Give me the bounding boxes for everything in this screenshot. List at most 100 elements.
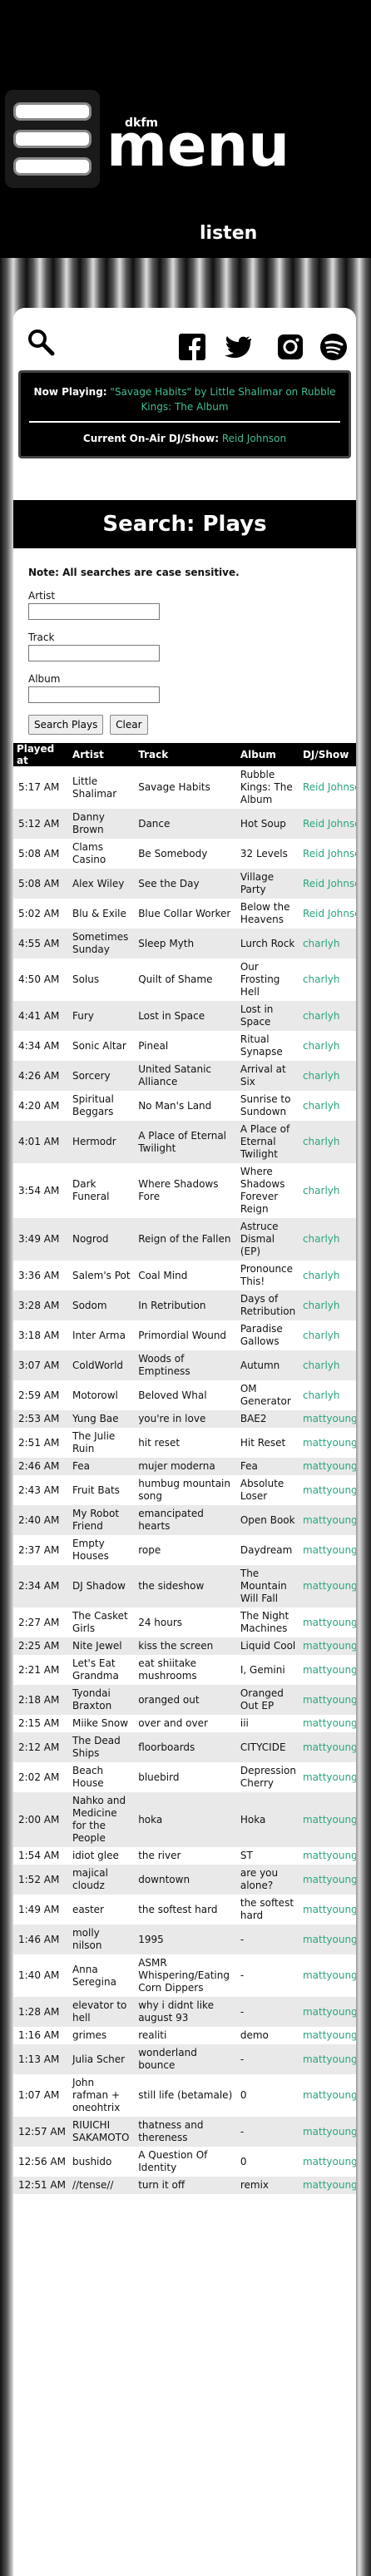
menu-button[interactable] (5, 90, 100, 188)
table-row: 1:40 AM Anna Seregina ASMR Whispering/Eati… (13, 1954, 356, 1997)
cell-dj-show[interactable]: mattyounger (299, 1685, 356, 1715)
cell-dj-show[interactable]: Reid Johnson (299, 809, 356, 839)
cell-played-at: 5:17 AM (18, 781, 60, 793)
cell-dj-show[interactable]: mattyounger (299, 1535, 356, 1565)
search-icon[interactable] (27, 328, 55, 356)
cell-played-at: 2:15 AM (18, 1717, 60, 1729)
cell-track: United Satanic Alliance (138, 1063, 212, 1087)
artist-input[interactable] (28, 603, 160, 620)
cell-dj-show[interactable]: mattyounger (299, 2044, 356, 2074)
cell-dj-show[interactable]: mattyounger (299, 1655, 356, 1685)
table-row: 2:40 AM My Robot Friend emancipated hearts… (13, 1505, 356, 1535)
table-row: 1:16 AM grimes realiti demo mattyounger (13, 2027, 356, 2044)
cell-album: Hot Soup (240, 817, 286, 830)
cell-dj-show[interactable]: mattyounger (299, 1458, 356, 1475)
cell-dj-show[interactable]: mattyounger (299, 1505, 356, 1535)
menu-label[interactable]: menu (106, 116, 289, 175)
cell-artist: Fruit Bats (72, 1484, 120, 1496)
table-row: 1:46 AM molly nilson 1995 - mattyounger (13, 1925, 356, 1954)
cell-dj-show[interactable]: mattyounger (299, 2074, 356, 2117)
cell-dj-show[interactable]: charlyh (299, 929, 356, 959)
table-row: 1:07 AM John rafman + oneohtrix still life… (13, 2074, 356, 2117)
cell-artist: Blu & Exile (72, 907, 126, 919)
current-dj-link[interactable]: Reid Johnson (222, 433, 286, 444)
instagram-icon[interactable] (276, 333, 304, 361)
table-row: 2:25 AM Nite Jewel kiss the screen Liquid C… (13, 1637, 356, 1655)
cell-dj-show[interactable]: charlyh (299, 1091, 356, 1121)
divider (29, 421, 340, 423)
clear-button[interactable]: Clear (110, 715, 148, 735)
cell-album: I, Gemini (240, 1663, 285, 1676)
cell-dj-show[interactable]: charlyh (299, 1218, 356, 1261)
cell-track: mujer moderna (138, 1460, 215, 1472)
cell-dj-show[interactable]: charlyh (299, 1261, 356, 1290)
twitter-icon[interactable] (223, 333, 251, 361)
cell-dj-show[interactable]: charlyh (299, 1061, 356, 1091)
cell-dj-show[interactable]: mattyounger (299, 1732, 356, 1762)
cell-played-at: 2:59 AM (18, 1389, 60, 1401)
facebook-icon[interactable] (178, 333, 206, 361)
album-input[interactable] (28, 686, 160, 703)
cell-dj-show[interactable]: mattyounger (299, 1865, 356, 1895)
cell-dj-show[interactable]: charlyh (299, 1290, 356, 1320)
cell-dj-show[interactable]: charlyh (299, 1121, 356, 1163)
cell-played-at: 2:25 AM (18, 1640, 60, 1652)
cell-dj-show[interactable]: charlyh (299, 1031, 356, 1061)
cell-dj-show[interactable]: charlyh (299, 1350, 356, 1380)
table-row: 12:57 AM RIUICHI SAKAMOTO thatness and the… (13, 2117, 356, 2147)
cell-dj-show[interactable]: Reid Johnson (299, 766, 356, 809)
cell-played-at: 4:41 AM (18, 1009, 60, 1022)
cell-artist: Sodom (72, 1299, 107, 1311)
cell-track: the river (138, 1850, 181, 1861)
table-row: 3:49 AM Nogrod Reign of the Fallen Astruce … (13, 1218, 356, 1261)
cell-dj-show[interactable]: mattyounger (299, 1847, 356, 1865)
cell-artist: Empty Houses (72, 1538, 109, 1562)
cell-album: Ritual Synapse (240, 1033, 283, 1058)
cell-played-at: 2:46 AM (18, 1460, 60, 1472)
spotify-icon[interactable] (319, 333, 348, 361)
cell-dj-show[interactable]: mattyounger (299, 1925, 356, 1954)
now-playing-track[interactable]: "Savage Habits" by Little Shalimar on Ru… (110, 386, 335, 413)
cell-played-at: 2:12 AM (18, 1741, 60, 1753)
cell-dj-show[interactable]: mattyounger (299, 1428, 356, 1458)
cell-dj-show[interactable]: mattyounger (299, 1565, 356, 1608)
cell-dj-show[interactable]: charlyh (299, 959, 356, 1001)
cell-dj-show[interactable]: mattyounger (299, 2117, 356, 2147)
cell-dj-show[interactable]: mattyounger (299, 1475, 356, 1505)
cell-album: Autumn (240, 1359, 280, 1371)
cell-track: hit reset (138, 1436, 181, 1449)
cell-dj-show[interactable]: mattyounger (299, 2147, 356, 2177)
cell-track: Pineal (138, 1039, 169, 1052)
track-input[interactable] (28, 645, 160, 661)
cell-artist: Beach House (72, 1765, 104, 1789)
cell-dj-show[interactable]: Reid Johnson (299, 899, 356, 929)
cell-dj-show[interactable]: mattyounger (299, 1637, 356, 1655)
cell-dj-show[interactable]: charlyh (299, 1380, 356, 1410)
table-row: 4:55 AM Sometimes Sunday Sleep Myth Lurch R… (13, 929, 356, 959)
cell-dj-show[interactable]: mattyounger (299, 1792, 356, 1847)
cell-dj-show[interactable]: mattyounger (299, 1762, 356, 1792)
cell-dj-show[interactable]: mattyounger (299, 2027, 356, 2044)
cell-dj-show[interactable]: Reid Johnson (299, 869, 356, 899)
cell-dj-show[interactable]: mattyounger (299, 2177, 356, 2194)
search-plays-button[interactable]: Search Plays (28, 715, 104, 735)
cell-dj-show[interactable]: Reid Johnson (299, 839, 356, 869)
cell-dj-show[interactable]: mattyounger (299, 1997, 356, 2027)
cell-dj-show[interactable]: charlyh (299, 1163, 356, 1218)
cell-dj-show[interactable]: mattyounger (299, 1895, 356, 1925)
cell-dj-show[interactable]: charlyh (299, 1001, 356, 1031)
cell-track: Quilt of Shame (138, 973, 213, 985)
listen-link[interactable]: listen (200, 223, 257, 244)
cell-dj-show[interactable]: charlyh (299, 1320, 356, 1350)
cell-played-at: 1:52 AM (18, 1873, 60, 1885)
cell-dj-show[interactable]: mattyounger (299, 1410, 356, 1428)
cell-played-at: 12:51 AM (18, 2179, 66, 2191)
cell-track: wonderland bounce (138, 2047, 197, 2071)
cell-track: oranged out (138, 1693, 200, 1706)
cell-track: Sleep Myth (138, 937, 195, 949)
cell-dj-show[interactable]: mattyounger (299, 1715, 356, 1732)
table-row: 3:07 AM ColdWorld Woods of Emptiness Autumn… (13, 1350, 356, 1380)
icon-row (13, 308, 356, 370)
cell-dj-show[interactable]: mattyounger (299, 1608, 356, 1637)
cell-dj-show[interactable]: mattyounger (299, 1954, 356, 1997)
